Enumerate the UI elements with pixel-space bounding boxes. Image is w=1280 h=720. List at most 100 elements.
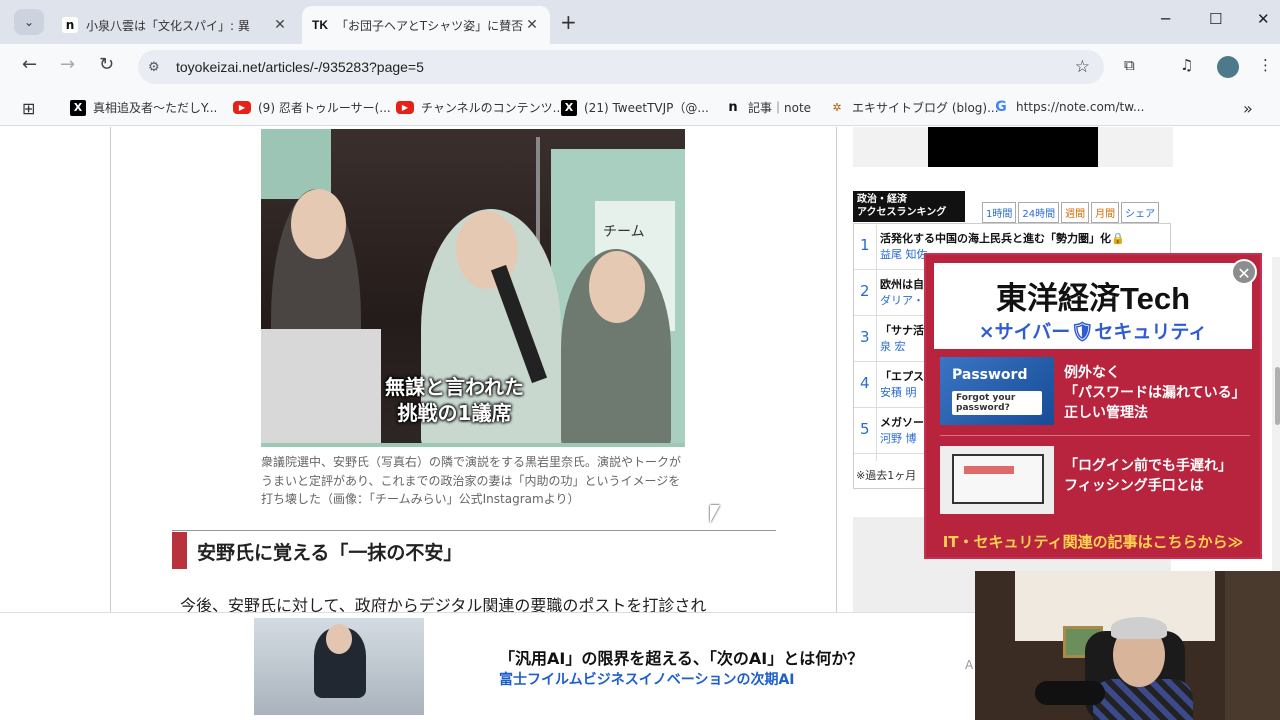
ranking-author[interactable]: 安積 明 [880, 384, 917, 400]
face [291, 189, 346, 259]
maximize-button[interactable]: ☐ [1209, 10, 1222, 28]
divider [940, 435, 1250, 436]
ranking-author[interactable]: ダリア・ [880, 292, 924, 308]
x-icon: X [561, 99, 577, 116]
ranking-tab-month[interactable]: 月間 [1091, 202, 1120, 223]
menu-icon[interactable]: ⋮ [1258, 56, 1273, 74]
site-info-icon[interactable]: ⚙ [148, 60, 166, 75]
ranking-title-text[interactable]: 「エプス [880, 368, 924, 384]
tab-search-button[interactable]: ⌄ [14, 9, 44, 35]
note-icon: n [728, 100, 738, 115]
divider [172, 530, 776, 531]
popup-article-link[interactable]: 「ログイン前でも手遅れ」 フィッシング手口とは [940, 446, 1254, 516]
address-bar[interactable]: ⚙ toyokeizai.net/articles/-/935283?page=… [138, 50, 1104, 84]
ranking-tab-week[interactable]: 週間 [1061, 202, 1090, 223]
ranking-author[interactable]: 河野 博 [880, 430, 917, 446]
bookmark-star-icon[interactable]: ☆ [1075, 57, 1090, 77]
ranking-title: 政治・経済 アクセスランキング [853, 191, 965, 222]
url-text[interactable]: toyokeizai.net/articles/-/935283?page=5 [176, 59, 424, 75]
webcam-overlay [975, 571, 1280, 720]
toyokeizai-icon: TK [312, 18, 328, 32]
excite-icon: ✲ [832, 101, 842, 114]
section-heading: 安野氏に覚える「一抹の不安」 [197, 542, 463, 564]
popup-article-text: 例外なく 「パスワードは漏れている」 正しい管理法 [1064, 365, 1246, 421]
bookmark-item[interactable]: Ghttps://note.com/tw... [993, 99, 1144, 115]
bookmarks-bar: ⊞ X 真相追及者～ただしY... ▶ (9) 忍者トゥルーサー(... ▶ チャンネ… [0, 90, 1280, 126]
youtube-icon: ▶ [233, 101, 251, 114]
tab-title: 「お団子ヘアとTシャツ姿」に賛否も [336, 18, 524, 33]
ranking-title-text[interactable]: 「サナ活 [880, 322, 924, 338]
back-arrow-icon: ← [22, 54, 38, 75]
popup-article-text: 「ログイン前でも手遅れ」 フィッシング手口とは [1064, 458, 1232, 494]
ad-headline[interactable]: 「汎用AI」の限界を超える、「次のAI」とは何か？ [499, 645, 863, 669]
scrollbar-thumb[interactable] [1275, 367, 1280, 425]
bookmark-item[interactable]: X (21) TweetTVJP（@... [561, 99, 709, 116]
forward-arrow-icon: → [60, 54, 76, 75]
bookmark-item[interactable]: ▶ (9) 忍者トゥルーサー(... [233, 99, 391, 116]
ranking-tab-1h[interactable]: 1時間 [982, 202, 1017, 223]
reload-icon: ↻ [99, 54, 115, 75]
ranking-number: 3 [860, 328, 870, 346]
media-control-icon[interactable]: ♫ [1180, 56, 1193, 74]
ranking-tab-24h[interactable]: 24時間 [1018, 202, 1060, 223]
ranking-tab-share[interactable]: シェア [1121, 202, 1160, 223]
new-tab-button[interactable]: + [560, 10, 577, 34]
photo-overlay-text: 無謀と言われた 挑戦の1議席 [385, 375, 524, 425]
password-thumbnail: Password Forgot your password? [940, 357, 1054, 425]
bookmark-item[interactable]: X 真相追及者～ただしY... [70, 99, 217, 116]
close-icon[interactable]: ✕ [272, 17, 288, 33]
apps-grid-icon[interactable]: ⊞ [22, 99, 35, 118]
more-bookmarks-icon[interactable]: » [1243, 99, 1253, 118]
popup-close-button[interactable]: ✕ [1231, 259, 1257, 285]
popup-ad[interactable]: 東洋経済Tech ×サイバー🛡セキュリティ ✕ Password Forgot … [924, 253, 1262, 559]
ranking-title-text[interactable]: 欧州は自 [880, 276, 924, 292]
person-hair [1111, 617, 1167, 639]
ranking-note: ※過去1ヶ月 [856, 469, 917, 482]
ranking-number: 5 [860, 420, 870, 438]
ranking-title-text[interactable]: メガソー [880, 414, 924, 430]
ranking-number: 4 [860, 374, 870, 392]
ranking-author[interactable]: 益尾 知佐 [880, 246, 928, 262]
popup-header: 東洋経済Tech ×サイバー🛡セキュリティ [934, 263, 1252, 349]
ad-image [254, 618, 424, 715]
ad-badge: A [965, 658, 974, 672]
reload-button[interactable]: ↻ [99, 54, 114, 75]
toolbar: ← → ↻ ⚙ toyokeizai.net/articles/-/935283… [0, 44, 1280, 90]
ranking-author[interactable]: 泉 宏 [880, 338, 906, 354]
article-photo[interactable]: チーム 無謀と言われた 挑戦の1議席 [261, 129, 685, 447]
equipment [261, 329, 381, 447]
chevron-down-icon: ⌄ [23, 15, 35, 29]
sidebar-ad-image[interactable] [928, 127, 1098, 167]
divider [876, 225, 877, 461]
ranking-tabs: 1時間 24時間 週間 月間 シェア [982, 202, 1161, 223]
extensions-icon[interactable]: ⧉ [1124, 56, 1135, 74]
close-window-button[interactable]: ✕ [1257, 10, 1270, 28]
tab-inactive[interactable]: n 小泉八雲は「文化スパイ」: 異 ✕ [52, 6, 298, 44]
forward-button[interactable]: → [60, 54, 75, 75]
close-icon[interactable]: ✕ [524, 17, 540, 33]
microphone [1035, 681, 1105, 705]
ranking-number: 1 [860, 236, 870, 254]
popup-footer-link[interactable]: IT・セキュリティ関連の記事はこちらから≫ [926, 527, 1260, 557]
tab-active[interactable]: TK 「お団子ヘアとTシャツ姿」に賛否も ✕ [302, 6, 550, 44]
popup-title: 東洋経済Tech [995, 281, 1191, 316]
heading-marker [172, 532, 187, 569]
bottom-ad-banner[interactable]: 「汎用AI」の限界を超える、「次のAI」とは何か？ 富士フイルムビジネスイノベー… [0, 612, 980, 720]
photo-caption: 衆議院選中、安野氏（写真右）の隣で演説をする黒岩里奈氏。演説やトークがうまいと定… [261, 455, 682, 506]
popup-article-link[interactable]: Password Forgot your password? 例外なく 「パスワ… [940, 357, 1254, 427]
profile-avatar[interactable] [1217, 56, 1239, 78]
face [326, 624, 352, 654]
ranking-title-text[interactable]: 活発化する中国の海上民兵と進む「勢力圏」化🔒 [880, 230, 1125, 246]
tab-title: 小泉八雲は「文化スパイ」: 異 [86, 18, 250, 33]
bookmark-item[interactable]: ▶ チャンネルのコンテンツ... [396, 99, 564, 116]
youtube-icon: ▶ [396, 101, 414, 114]
ad-sponsor[interactable]: 富士フイルムビジネスイノベーションの次期AI [499, 669, 794, 689]
bookmark-item[interactable]: n 記事｜note [725, 99, 811, 116]
note-icon: n [62, 17, 78, 33]
back-button[interactable]: ← [22, 54, 37, 75]
divider [836, 127, 837, 617]
minimize-button[interactable]: ─ [1161, 10, 1170, 28]
bookmark-item[interactable]: ✲ エキサイトブログ (blog)... [829, 99, 998, 116]
laptop-thumbnail [940, 446, 1054, 514]
tab-strip: ⌄ n 小泉八雲は「文化スパイ」: 異 ✕ TK 「お団子ヘアとTシャツ姿」に賛… [0, 0, 1280, 44]
